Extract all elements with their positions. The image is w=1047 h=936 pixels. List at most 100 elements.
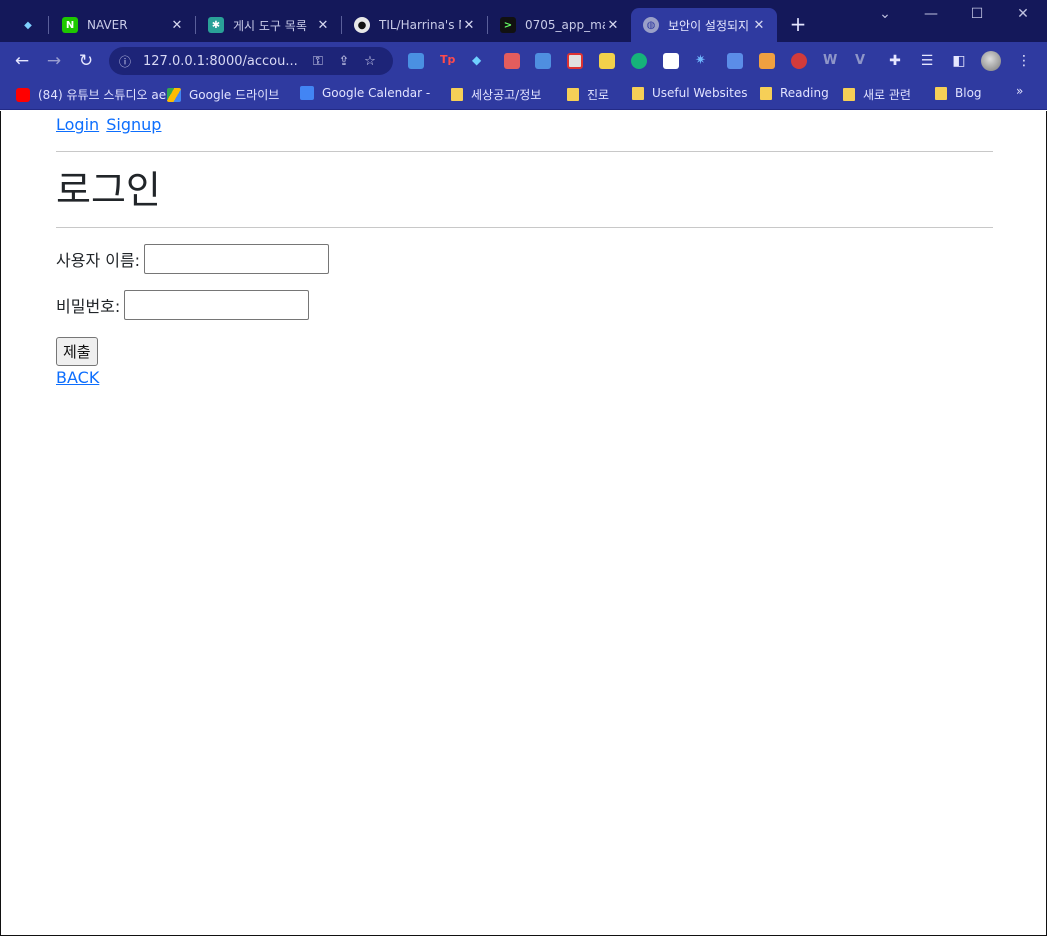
bookmark-label: (84) 유튜브 스튜디오 ae: [38, 88, 167, 102]
close-icon[interactable]: ✕: [605, 18, 621, 33]
page-title: 로그인: [56, 168, 161, 212]
tab-title: TIL/Harrina's N: [379, 18, 461, 32]
folder-icon: [843, 88, 855, 101]
login-link[interactable]: Login: [56, 115, 99, 134]
tab-separator: [48, 16, 49, 34]
back-link[interactable]: BACK: [56, 368, 993, 387]
tab-github[interactable]: ● TIL/Harrina's N ✕: [342, 8, 487, 42]
naver-icon: N: [62, 17, 78, 33]
extension-icon[interactable]: [759, 53, 775, 69]
tab-pinned[interactable]: ◆: [8, 8, 48, 42]
tab-strip: ◆ N NAVER ✕ ✱ 게시 도구 목록 ✕ ● TIL/Harrina's…: [0, 0, 1047, 42]
reload-icon[interactable]: ↻: [75, 50, 97, 72]
content-container: Login Signup 로그인 사용자 이름: 비밀번호: 제출 BACK: [56, 111, 993, 387]
extension-icon[interactable]: [504, 53, 520, 69]
password-input[interactable]: [124, 290, 310, 320]
folder-icon: [567, 88, 579, 101]
drive-icon: [167, 87, 181, 102]
top-nav: Login Signup: [56, 115, 993, 135]
minimize-icon[interactable]: —: [916, 6, 946, 22]
close-window-icon[interactable]: ✕: [1008, 6, 1038, 22]
bookmarks-bar: (84) 유튜브 스튜디오 ae Google 드라이브 Google Cale…: [0, 80, 1047, 110]
terminal-icon: >: [500, 17, 516, 33]
tab-active[interactable]: ◍ 보안이 설정되지 ✕: [631, 8, 777, 42]
username-row: 사용자 이름:: [56, 244, 993, 274]
translate-icon[interactable]: [727, 53, 743, 69]
divider: [56, 227, 993, 228]
puzzle-icon[interactable]: ✚: [885, 51, 905, 71]
bookmark-folder[interactable]: 진로: [567, 86, 609, 103]
close-icon[interactable]: ✕: [461, 18, 477, 33]
extension-icon[interactable]: [663, 53, 679, 69]
folder-icon: [451, 88, 463, 101]
close-icon[interactable]: ✕: [315, 18, 331, 33]
forward-arrow-icon[interactable]: →: [43, 50, 65, 72]
address-bar[interactable]: ⓘ 127.0.0.1:8000/accou... ⚿ ⇪ ☆: [109, 47, 393, 75]
bookmark-item[interactable]: Google Calendar -: [300, 86, 430, 100]
tab-terminal[interactable]: > 0705_app_ma ✕: [488, 8, 631, 42]
menu-icon[interactable]: ⋮: [1014, 51, 1034, 71]
gem-icon: ◆: [24, 19, 32, 31]
extension-icon[interactable]: [535, 53, 551, 69]
puzzle-icon: ✱: [208, 17, 224, 33]
globe-icon: ◍: [643, 17, 659, 33]
extension-icon[interactable]: [599, 53, 615, 69]
tab-extension[interactable]: ✱ 게시 도구 목록 ✕: [196, 8, 341, 42]
bookmark-label: Useful Websites: [652, 86, 748, 100]
bookmark-folder[interactable]: 새로 관련: [843, 86, 911, 103]
extension-icon[interactable]: [631, 53, 647, 69]
extension-icon[interactable]: [791, 53, 807, 69]
folder-icon: [632, 86, 644, 100]
url-text[interactable]: 127.0.0.1:8000/accou...: [143, 54, 305, 69]
tab-search-icon[interactable]: ⌄: [870, 6, 900, 22]
bookmarks-overflow-icon[interactable]: »: [1016, 84, 1023, 98]
star-icon[interactable]: ☆: [357, 54, 383, 69]
page-viewport: Login Signup 로그인 사용자 이름: 비밀번호: 제출 BACK: [0, 111, 1047, 936]
username-input[interactable]: [144, 244, 330, 274]
extension-icon[interactable]: ✷: [695, 53, 711, 69]
submit-button[interactable]: 제출: [56, 337, 98, 366]
divider: [56, 151, 993, 152]
side-panel-icon[interactable]: ◧: [949, 51, 969, 71]
gem-icon[interactable]: ◆: [472, 53, 488, 69]
tab-naver[interactable]: N NAVER ✕: [50, 8, 195, 42]
bookmark-folder[interactable]: 세상공고/정보: [451, 86, 541, 103]
folder-icon: [935, 86, 947, 100]
profile-avatar[interactable]: [981, 51, 1001, 71]
bookmark-label: Google Calendar -: [322, 86, 431, 100]
tab-title: 게시 도구 목록: [233, 18, 307, 33]
bookmark-folder[interactable]: Reading: [760, 86, 829, 100]
bookmark-label: 새로 관련: [863, 88, 911, 102]
close-icon[interactable]: ✕: [751, 18, 767, 33]
bookmark-folder[interactable]: Useful Websites: [632, 86, 747, 100]
bookmark-item[interactable]: (84) 유튜브 스튜디오 ae: [16, 86, 166, 103]
maximize-icon[interactable]: ☐: [962, 6, 992, 22]
extension-icon[interactable]: [567, 53, 583, 69]
signup-link[interactable]: Signup: [106, 115, 161, 134]
calendar-icon: [300, 86, 314, 100]
login-form: 사용자 이름: 비밀번호: 제출: [56, 244, 993, 366]
bookmark-label: 세상공고/정보: [471, 88, 542, 102]
extension-icon[interactable]: [408, 53, 424, 69]
bookmark-folder[interactable]: Blog: [935, 86, 982, 100]
back-arrow-icon[interactable]: ←: [11, 50, 33, 72]
reading-list-icon[interactable]: ☰: [917, 51, 937, 71]
close-icon[interactable]: ✕: [169, 18, 185, 33]
info-icon[interactable]: ⓘ: [119, 53, 135, 70]
share-icon[interactable]: ⇪: [331, 54, 357, 69]
username-label: 사용자 이름:: [56, 251, 141, 270]
tab-title: 보안이 설정되지: [668, 18, 750, 33]
github-icon: ●: [354, 17, 370, 33]
new-tab-button[interactable]: +: [788, 14, 808, 34]
bookmark-label: Blog: [955, 86, 982, 100]
bookmark-item[interactable]: Google 드라이브: [167, 86, 279, 103]
extension-icon[interactable]: Tp: [440, 53, 456, 69]
browser-toolbar: ← → ↻ ⓘ 127.0.0.1:8000/accou... ⚿ ⇪ ☆ Tp…: [0, 42, 1047, 80]
bookmark-label: Reading: [780, 86, 829, 100]
tab-title: 0705_app_ma: [525, 18, 605, 32]
key-icon[interactable]: ⚿: [305, 54, 331, 69]
vue-icon[interactable]: V: [855, 53, 871, 69]
password-row: 비밀번호:: [56, 290, 993, 320]
folder-icon: [760, 86, 772, 100]
extension-icon[interactable]: W: [823, 53, 839, 69]
